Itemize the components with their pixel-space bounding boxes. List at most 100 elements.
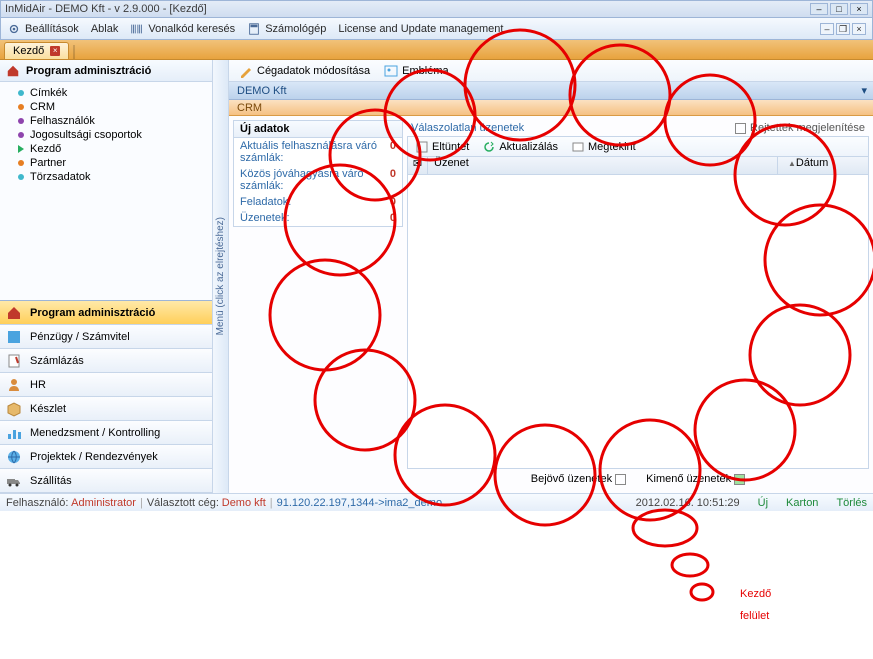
minimize-icon[interactable]: – <box>810 3 828 15</box>
bullet-icon <box>18 132 24 138</box>
panel-header: Új adatok <box>234 121 402 138</box>
bullet-icon <box>18 90 24 96</box>
mdi-restore-icon[interactable]: ❐ <box>836 23 850 35</box>
filter-incoming[interactable]: Bejövő üzenetek <box>531 473 626 485</box>
close-icon[interactable]: × <box>850 3 868 15</box>
nav-szallitas[interactable]: Szállítás <box>0 469 212 493</box>
btn-eltuntet[interactable]: Eltüntet <box>416 141 469 153</box>
chart-icon <box>6 425 22 441</box>
statusbar: Felhasználó: Administrator | Választott … <box>0 493 873 511</box>
calculator-icon <box>247 22 261 36</box>
status-company: Demo kft <box>222 497 266 509</box>
barcode-icon <box>130 22 144 36</box>
tabstrip: Kezdő × <box>0 40 873 60</box>
row-feladatok[interactable]: Feladatok:0 <box>234 194 402 210</box>
row-uzenetek[interactable]: Üzenetek:0 <box>234 210 402 226</box>
tree-kezdo[interactable]: Kezdő <box>18 142 208 156</box>
checkbox-icon <box>615 474 626 485</box>
invoice-icon <box>6 353 22 369</box>
hide-icon <box>416 141 428 153</box>
image-icon <box>384 64 398 78</box>
bullet-icon <box>18 160 24 166</box>
bullet-icon <box>18 174 24 180</box>
grid-col-icon[interactable]: ✉ <box>408 157 428 174</box>
sidebar-tree: Címkék CRM Felhasználók Jogosultsági cso… <box>0 82 212 184</box>
ledger-icon <box>6 329 22 345</box>
mdi-close-icon[interactable]: × <box>852 23 866 35</box>
menu-collapse-strip[interactable]: Menü (click az elrejtéshez) <box>213 60 229 493</box>
nav-program-admin[interactable]: Program adminisztráció <box>0 301 212 325</box>
btn-megtekint[interactable]: Megtekint <box>572 141 636 153</box>
grid-header: ✉ Üzenet ▲Dátum <box>408 157 868 175</box>
bullet-icon <box>18 118 24 124</box>
btn-cegadatok-modositasa[interactable]: Cégadatok módosítása <box>239 64 370 78</box>
arrow-icon <box>18 145 24 153</box>
messages-header: Válaszolatlan üzenetek Rejtettek megjele… <box>407 120 869 136</box>
messages-footer: Bejövő üzenetek Kimenő üzenetek <box>407 469 869 489</box>
status-torles[interactable]: Törlés <box>836 497 867 509</box>
grid-col-datum[interactable]: ▲Dátum <box>778 157 868 174</box>
globe-icon <box>6 449 22 465</box>
tab-kezdo[interactable]: Kezdő × <box>4 42 69 59</box>
crm-band: CRM <box>229 100 873 116</box>
status-connection: 91.120.22.197,1344->ima2_demo <box>277 497 442 509</box>
row-aktualis-szamlak[interactable]: Aktuális felhasználásra váró számlák:0 <box>234 138 402 166</box>
detail-toolbar: Cégadatok módosítása Embléma <box>229 60 873 82</box>
grid-col-uzenet[interactable]: Üzenet <box>428 157 778 174</box>
box-icon <box>6 401 22 417</box>
tab-divider <box>73 45 75 59</box>
home-icon <box>6 64 20 78</box>
nav-keszlet[interactable]: Készlet <box>0 397 212 421</box>
bullet-icon <box>18 104 24 110</box>
nav-szamlazas[interactable]: Számlázás <box>0 349 212 373</box>
person-icon <box>6 377 22 393</box>
chevron-down-icon[interactable]: ▾ <box>861 82 867 99</box>
checkbox-icon <box>734 474 745 485</box>
window-title: InMidAir - DEMO Kft - v 2.9.000 - [Kezdő… <box>5 3 207 15</box>
menu-szamologep[interactable]: Számológép <box>247 22 326 36</box>
menu-beallitasok[interactable]: Beállítások <box>7 22 79 36</box>
sort-asc-icon: ▲ <box>788 159 796 168</box>
nav-projektek[interactable]: Projektek / Rendezvények <box>0 445 212 469</box>
btn-emblema[interactable]: Embléma <box>384 64 448 78</box>
messages-toolbar: Eltüntet Aktualizálás Megtekint <box>407 136 869 156</box>
tab-close-icon[interactable]: × <box>50 46 60 56</box>
nav-penzugy[interactable]: Pénzügy / Számvitel <box>0 325 212 349</box>
nav-stack: Program adminisztráció Pénzügy / Számvit… <box>0 300 212 493</box>
nav-menedzsment[interactable]: Menedzsment / Kontrolling <box>0 421 212 445</box>
window-titlebar: InMidAir - DEMO Kft - v 2.9.000 - [Kezdő… <box>0 0 873 18</box>
filter-outgoing[interactable]: Kimenő üzenetek <box>646 473 745 485</box>
tree-partner[interactable]: Partner <box>18 156 208 170</box>
maximize-icon[interactable]: □ <box>830 3 848 15</box>
status-datetime: 2012.02.16. 10:51:29 <box>636 497 740 509</box>
checkbox-icon <box>735 123 746 134</box>
show-hidden-toggle[interactable]: Rejtettek megjelenítése <box>735 122 865 134</box>
menubar: Beállítások Ablak Vonalkód keresés Számo… <box>0 18 873 40</box>
sidebar-header: Program adminisztráció <box>0 60 212 82</box>
pencil-icon <box>239 64 253 78</box>
tree-cimkek[interactable]: Címkék <box>18 86 208 100</box>
status-uj[interactable]: Új <box>758 497 768 509</box>
row-kozos-szamlak[interactable]: Közös jóváhagyásra váró számlák:0 <box>234 166 402 194</box>
nav-hr[interactable]: HR <box>0 373 212 397</box>
mdi-minimize-icon[interactable]: – <box>820 23 834 35</box>
new-data-panel: Új adatok Aktuális felhasználásra váró s… <box>233 120 403 227</box>
view-icon <box>572 141 584 153</box>
btn-aktualizalas[interactable]: Aktualizálás <box>483 141 558 153</box>
menu-ablak[interactable]: Ablak <box>91 23 119 35</box>
status-karton[interactable]: Karton <box>786 497 818 509</box>
tree-torzsadatok[interactable]: Törzsadatok <box>18 170 208 184</box>
refresh-icon <box>483 141 495 153</box>
menu-license[interactable]: License and Update management <box>338 23 503 35</box>
tree-crm[interactable]: CRM <box>18 100 208 114</box>
truck-icon <box>6 473 22 489</box>
tree-felhasznalok[interactable]: Felhasználók <box>18 114 208 128</box>
messages-grid[interactable]: ✉ Üzenet ▲Dátum <box>407 156 869 469</box>
company-band[interactable]: DEMO Kft ▾ <box>229 82 873 100</box>
status-user: Administrator <box>71 497 136 509</box>
annotation-text: Kezdőfelület <box>740 580 771 624</box>
tree-jogosultsagi[interactable]: Jogosultsági csoportok <box>18 128 208 142</box>
gear-icon <box>7 22 21 36</box>
menu-vonalkod[interactable]: Vonalkód keresés <box>130 22 235 36</box>
sidebar: Program adminisztráció Címkék CRM Felhas… <box>0 60 213 493</box>
